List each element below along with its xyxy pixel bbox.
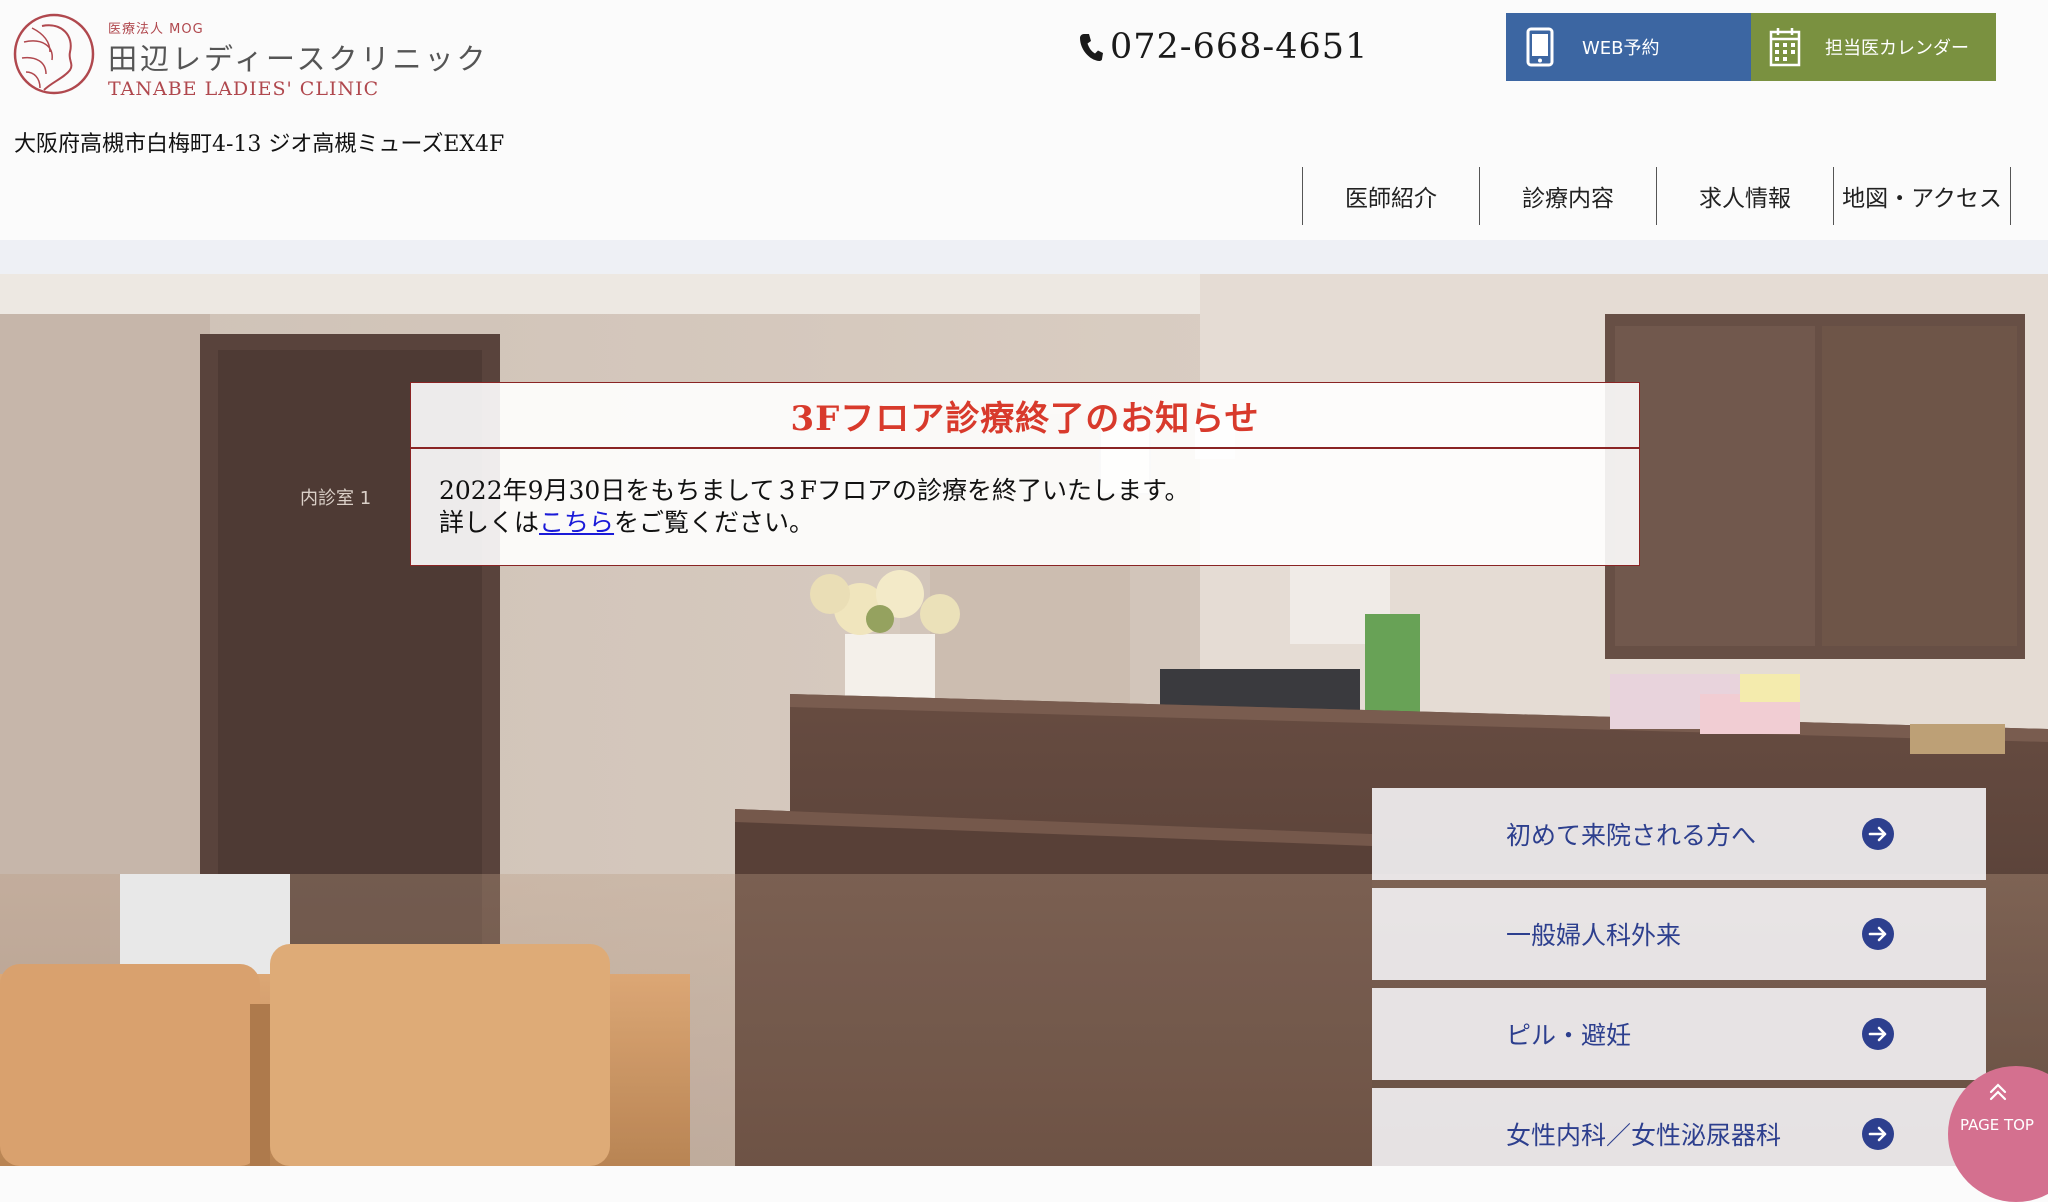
clinic-logo[interactable]: 医療法人 MOG 田辺レディースクリニック TANABE LADIES' CLI…: [12, 12, 486, 100]
web-booking-button[interactable]: WEB予約: [1506, 13, 1751, 81]
menu-item-label: 初めて来院される方へ: [1506, 821, 1757, 850]
logo-name-en: TANABE LADIES' CLINIC: [108, 78, 380, 100]
notice-details-link[interactable]: こちら: [539, 508, 614, 537]
menu-item-gynecology[interactable]: 一般婦人科外来: [1372, 888, 1986, 980]
notice-line-2-prefix: 詳しくは: [439, 508, 540, 537]
site-header: 医療法人 MOG 田辺レディースクリニック TANABE LADIES' CLI…: [0, 0, 2048, 240]
notice-line-1: 2022年9月30日をもちまして３Fフロアの診療を終了いたします。: [439, 476, 1190, 505]
arrow-right-circle-icon: [1862, 1018, 1894, 1050]
arrow-right-circle-icon: [1862, 818, 1894, 850]
phone-icon: [1080, 34, 1103, 61]
nav-item-doctor[interactable]: 医師紹介: [1303, 167, 1480, 225]
logo-mark-icon: [13, 13, 95, 95]
arrow-right-circle-icon: [1862, 1118, 1894, 1150]
calendar-button[interactable]: 担当医カレンダー: [1751, 13, 1996, 81]
menu-item-label: 女性内科／女性泌尿器科: [1506, 1121, 1782, 1150]
calendar-icon: [1769, 28, 1801, 67]
chevron-up-icon: [1989, 1083, 2007, 1101]
nav-item-recruit[interactable]: 求人情報: [1657, 167, 1834, 225]
clinic-address: 大阪府高槻市白梅町4-13 ジオ高槻ミューズEX4F: [14, 132, 505, 157]
arrow-right-circle-icon: [1862, 918, 1894, 950]
logo-name-jp: 田辺レディースクリニック: [108, 42, 489, 76]
calendar-label: 担当医カレンダー: [1825, 38, 1969, 59]
menu-item-internal-urology[interactable]: 女性内科／女性泌尿器科: [1372, 1088, 1986, 1166]
menu-item-label: 一般婦人科外来: [1506, 921, 1682, 950]
tablet-icon: [1526, 27, 1554, 67]
web-booking-label: WEB予約: [1582, 38, 1660, 59]
nav-item-treatment[interactable]: 診療内容: [1480, 167, 1657, 225]
menu-item-label: ピル・避妊: [1506, 1021, 1632, 1050]
menu-item-first-visit[interactable]: 初めて来院される方へ: [1372, 788, 1986, 880]
main-nav: 医師紹介 診療内容 求人情報 地図・アクセス: [1302, 167, 2011, 225]
hero-image: 内診室 1 3Fフロア診療終了のお知らせ 2022年9月30日をもちまして３Fフ…: [0, 274, 2048, 1166]
nav-item-access[interactable]: 地図・アクセス: [1834, 167, 2011, 225]
notice-box: 3Fフロア診療終了のお知らせ 2022年9月30日をもちまして３Fフロアの診療を…: [410, 382, 1640, 566]
phone-number[interactable]: 072-668-4651: [1078, 24, 1368, 70]
page-top-label: PAGE TOP: [1960, 1116, 2034, 1134]
logo-corp-name: 医療法人 MOG: [108, 22, 204, 37]
notice-line-2-suffix: をご覧ください。: [614, 508, 815, 537]
notice-line-2: 詳しくはこちらをご覧ください。: [439, 507, 1611, 539]
menu-item-pill[interactable]: ピル・避妊: [1372, 988, 1986, 1080]
notice-body: 2022年9月30日をもちまして３Fフロアの診療を終了いたします。 詳しくはこち…: [411, 449, 1639, 539]
notice-title: 3Fフロア診療終了のお知らせ: [411, 383, 1639, 449]
header-divider-band: [0, 240, 2048, 274]
phone-number-text: 072-668-4651: [1110, 27, 1369, 67]
